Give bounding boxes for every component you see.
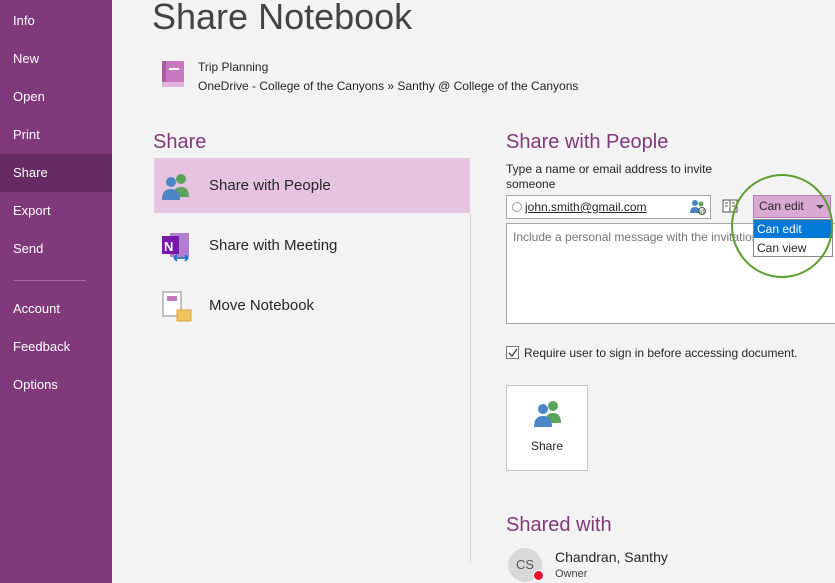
nav-send[interactable]: Send	[0, 230, 112, 268]
share-button[interactable]: Share	[506, 385, 588, 471]
people-icon	[162, 174, 189, 200]
backstage-sidebar: Info New Open Print Share Export Send Ac…	[0, 0, 112, 583]
share-with-people-heading: Share with People	[506, 131, 669, 153]
share-with-people-option[interactable]: Share with People	[154, 158, 470, 213]
nav-new[interactable]: New	[0, 40, 112, 78]
nav-account[interactable]: Account	[0, 290, 112, 328]
invite-input[interactable]: john.smith@gmail.com @	[506, 195, 711, 219]
page-title: Share Notebook	[152, 0, 413, 37]
nav-feedback[interactable]: Feedback	[0, 328, 112, 366]
share-with-meeting-option[interactable]: N Share with Meeting	[154, 218, 470, 273]
annotation-circle	[731, 174, 833, 278]
nav-export[interactable]: Export	[0, 192, 112, 230]
nav-open[interactable]: Open	[0, 78, 112, 116]
column-divider	[470, 213, 471, 563]
require-signin-label: Require user to sign in before accessing…	[524, 346, 798, 360]
require-signin-checkbox[interactable]	[506, 346, 519, 359]
nav-info[interactable]: Info	[0, 2, 112, 40]
person-name: Chandran, Santhy	[555, 549, 668, 565]
svg-text:@: @	[700, 209, 705, 215]
share-heading: Share	[153, 131, 207, 153]
shared-with-heading: Shared with	[506, 514, 612, 536]
notebook-icon	[162, 61, 184, 87]
checkmark-icon	[508, 348, 518, 358]
nav-divider	[13, 280, 86, 281]
share-button-label: Share	[530, 439, 564, 453]
check-names-icon[interactable]: @	[689, 198, 707, 216]
people-icon	[534, 401, 561, 427]
share-with-people-label: Share with People	[209, 177, 331, 194]
invitee-email[interactable]: john.smith@gmail.com	[525, 200, 647, 214]
notebook-path: OneDrive - College of the Canyons » Sant…	[198, 79, 579, 93]
move-notebook-option[interactable]: Move Notebook	[154, 278, 470, 333]
move-notebook-label: Move Notebook	[209, 297, 315, 314]
person-role: Owner	[555, 568, 588, 580]
presence-unknown-icon	[512, 202, 522, 212]
onenote-meeting-icon: N	[162, 233, 189, 262]
nav-options[interactable]: Options	[0, 366, 112, 404]
invite-label: Type a name or email address to invite s…	[506, 162, 713, 191]
notebook-name: Trip Planning	[198, 60, 269, 74]
presence-busy-icon	[533, 570, 544, 581]
svg-text:N: N	[164, 239, 173, 254]
nav-print[interactable]: Print	[0, 116, 112, 154]
move-notebook-icon	[162, 291, 192, 322]
nav-share[interactable]: Share	[0, 154, 112, 192]
share-with-meeting-label: Share with Meeting	[209, 237, 338, 254]
